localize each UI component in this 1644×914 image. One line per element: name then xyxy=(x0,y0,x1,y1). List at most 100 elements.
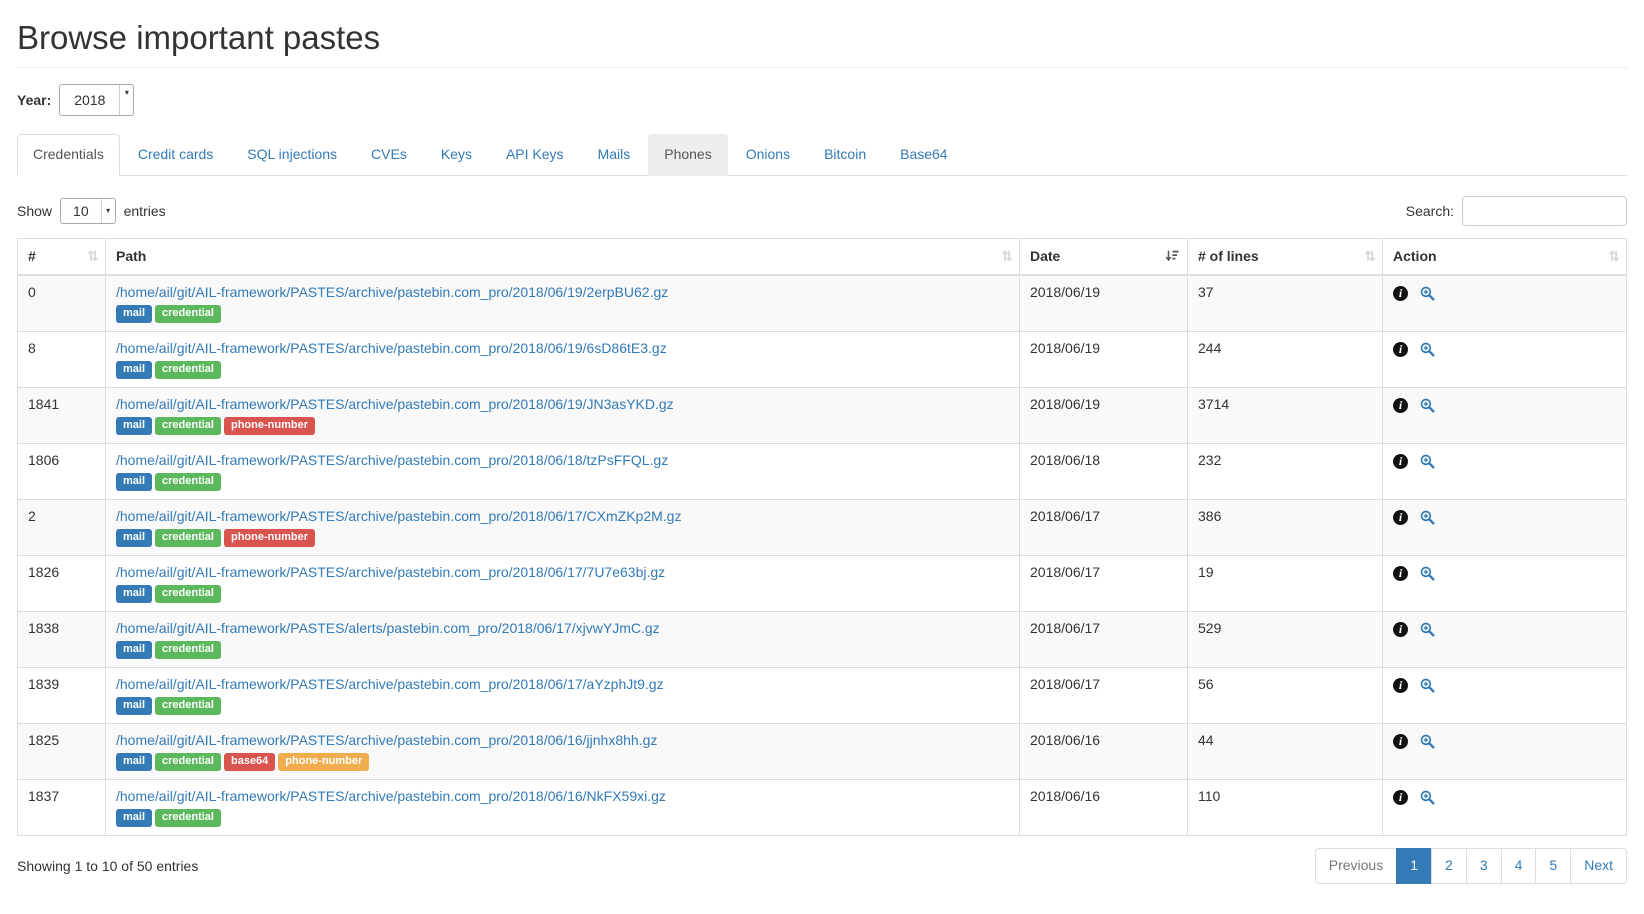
paste-path-link[interactable]: /home/ail/git/AIL-framework/PASTES/archi… xyxy=(116,732,657,748)
paste-index: 2 xyxy=(18,499,106,555)
paste-date: 2018/06/17 xyxy=(1020,667,1188,723)
paste-path-link[interactable]: /home/ail/git/AIL-framework/PASTES/alert… xyxy=(116,620,660,636)
column-label: # xyxy=(28,248,36,264)
pagination-page-3[interactable]: 3 xyxy=(1467,848,1502,884)
info-circle-icon[interactable] xyxy=(1393,286,1408,301)
tab-label[interactable]: Base64 xyxy=(884,134,963,176)
paste-index: 1825 xyxy=(18,723,106,779)
paste-index: 1841 xyxy=(18,387,106,443)
search-plus-icon[interactable] xyxy=(1420,286,1435,301)
tag-phone-number: phone-number xyxy=(224,417,315,435)
paste-line-count: 19 xyxy=(1188,555,1383,611)
paste-path-cell: /home/ail/git/AIL-framework/PASTES/archi… xyxy=(106,275,1020,332)
tab-label[interactable]: Credentials xyxy=(17,134,120,176)
tag-credential: credential xyxy=(155,473,221,491)
pagination-previous-label[interactable]: Previous xyxy=(1315,848,1397,884)
search-plus-icon[interactable] xyxy=(1420,566,1435,581)
category-tabs: CredentialsCredit cardsSQL injectionsCVE… xyxy=(17,134,1627,176)
tab-phones[interactable]: Phones xyxy=(648,134,727,176)
tag-credential: credential xyxy=(155,305,221,323)
tag-mail: mail xyxy=(116,641,152,659)
pagination-next-label[interactable]: Next xyxy=(1570,848,1627,884)
tag-credential: credential xyxy=(155,697,221,715)
search-plus-icon[interactable] xyxy=(1420,734,1435,749)
search-input[interactable] xyxy=(1462,196,1627,226)
tag-list: mailcredentialbase64phone-number xyxy=(116,752,1009,771)
tab-onions[interactable]: Onions xyxy=(730,134,806,176)
pagination-page-2[interactable]: 2 xyxy=(1432,848,1467,884)
search-control: Search: xyxy=(1406,196,1627,226)
pagination-page-3-label[interactable]: 3 xyxy=(1466,848,1502,884)
info-circle-icon[interactable] xyxy=(1393,510,1408,525)
info-circle-icon[interactable] xyxy=(1393,678,1408,693)
pagination-page-5[interactable]: 5 xyxy=(1536,848,1571,884)
paste-path-link[interactable]: /home/ail/git/AIL-framework/PASTES/archi… xyxy=(116,564,665,580)
tag-credential: credential xyxy=(155,753,221,771)
tab-label[interactable]: Onions xyxy=(730,134,806,176)
tag-list: mailcredentialphone-number xyxy=(116,528,1009,547)
info-circle-icon[interactable] xyxy=(1393,454,1408,469)
paste-path-cell: /home/ail/git/AIL-framework/PASTES/archi… xyxy=(106,779,1020,835)
pagination-page-4[interactable]: 4 xyxy=(1502,848,1537,884)
pagination-next[interactable]: Next xyxy=(1571,848,1627,884)
tab-base64[interactable]: Base64 xyxy=(884,134,963,176)
paste-date: 2018/06/17 xyxy=(1020,499,1188,555)
tag-mail: mail xyxy=(116,809,152,827)
tab-mails[interactable]: Mails xyxy=(582,134,647,176)
tab-label[interactable]: Bitcoin xyxy=(808,134,882,176)
tab-label[interactable]: Keys xyxy=(425,134,488,176)
tab-label[interactable]: CVEs xyxy=(355,134,423,176)
tab-keys[interactable]: Keys xyxy=(425,134,488,176)
action-cell xyxy=(1383,723,1627,779)
search-plus-icon[interactable] xyxy=(1420,790,1435,805)
info-circle-icon[interactable] xyxy=(1393,734,1408,749)
search-plus-icon[interactable] xyxy=(1420,342,1435,357)
pagination-page-4-label[interactable]: 4 xyxy=(1501,848,1537,884)
tab-cves[interactable]: CVEs xyxy=(355,134,423,176)
paste-path-link[interactable]: /home/ail/git/AIL-framework/PASTES/archi… xyxy=(116,340,667,356)
year-select[interactable]: 2018 ▾ xyxy=(59,84,134,116)
pagination-page-2-label[interactable]: 2 xyxy=(1431,848,1467,884)
pagination-page-5-label[interactable]: 5 xyxy=(1535,848,1571,884)
search-plus-icon[interactable] xyxy=(1420,622,1435,637)
column-header-path[interactable]: Path⇅ xyxy=(106,238,1020,275)
paste-path-link[interactable]: /home/ail/git/AIL-framework/PASTES/archi… xyxy=(116,452,668,468)
tab-credit-cards[interactable]: Credit cards xyxy=(122,134,229,176)
paste-path-link[interactable]: /home/ail/git/AIL-framework/PASTES/archi… xyxy=(116,284,668,300)
tab-sql-injections[interactable]: SQL injections xyxy=(231,134,353,176)
paste-path-link[interactable]: /home/ail/git/AIL-framework/PASTES/archi… xyxy=(116,788,666,804)
tab-label[interactable]: Credit cards xyxy=(122,134,229,176)
pagination-previous[interactable]: Previous xyxy=(1315,848,1397,884)
tab-label[interactable]: API Keys xyxy=(490,134,580,176)
info-circle-icon[interactable] xyxy=(1393,622,1408,637)
search-label: Search: xyxy=(1406,203,1454,219)
page-length-select[interactable]: 10 ▾ xyxy=(60,198,116,224)
pagination-page-1-label[interactable]: 1 xyxy=(1396,848,1432,884)
column-header--[interactable]: #⇅ xyxy=(18,238,106,275)
tab-label[interactable]: Phones xyxy=(648,134,727,176)
action-cell xyxy=(1383,387,1627,443)
column-header-date[interactable]: Date xyxy=(1020,238,1188,275)
paste-path-link[interactable]: /home/ail/git/AIL-framework/PASTES/archi… xyxy=(116,396,674,412)
column-header-action[interactable]: Action⇅ xyxy=(1383,238,1627,275)
search-plus-icon[interactable] xyxy=(1420,454,1435,469)
info-circle-icon[interactable] xyxy=(1393,398,1408,413)
info-circle-icon[interactable] xyxy=(1393,790,1408,805)
tab-label[interactable]: SQL injections xyxy=(231,134,353,176)
tab-bitcoin[interactable]: Bitcoin xyxy=(808,134,882,176)
paste-path-link[interactable]: /home/ail/git/AIL-framework/PASTES/archi… xyxy=(116,508,681,524)
search-plus-icon[interactable] xyxy=(1420,510,1435,525)
info-circle-icon[interactable] xyxy=(1393,566,1408,581)
info-circle-icon[interactable] xyxy=(1393,342,1408,357)
search-plus-icon[interactable] xyxy=(1420,678,1435,693)
sort-desc-icon xyxy=(1165,249,1179,263)
tab-label[interactable]: Mails xyxy=(582,134,647,176)
table-row: 2/home/ail/git/AIL-framework/PASTES/arch… xyxy=(18,499,1627,555)
pagination-page-1[interactable]: 1 xyxy=(1397,848,1432,884)
paste-path-link[interactable]: /home/ail/git/AIL-framework/PASTES/archi… xyxy=(116,676,664,692)
tab-credentials[interactable]: Credentials xyxy=(17,134,120,176)
tab-api-keys[interactable]: API Keys xyxy=(490,134,580,176)
table-row: 8/home/ail/git/AIL-framework/PASTES/arch… xyxy=(18,331,1627,387)
column-header--of-lines[interactable]: # of lines⇅ xyxy=(1188,238,1383,275)
search-plus-icon[interactable] xyxy=(1420,398,1435,413)
